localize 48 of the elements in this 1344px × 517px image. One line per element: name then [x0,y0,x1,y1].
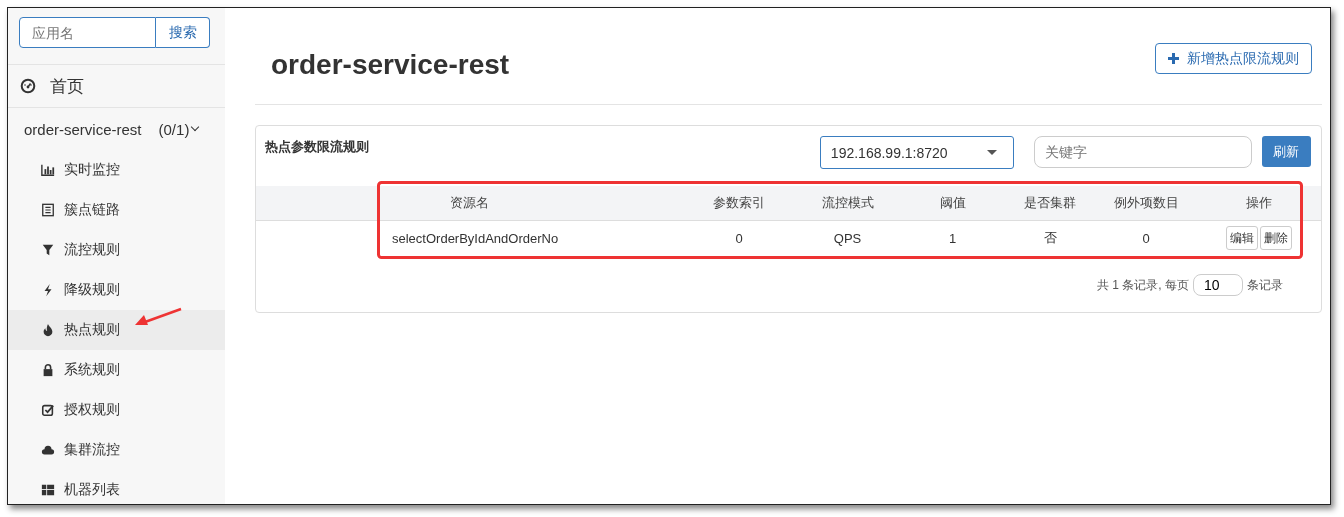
search-button[interactable]: 搜索 [156,17,210,48]
column-header: 流控模式 [794,186,901,220]
machine-select[interactable]: 192.168.99.1:8720 [819,136,1015,169]
nav-item[interactable]: 机器列表 [8,470,225,504]
nav-item[interactable]: 授权规则 [8,390,225,430]
column-header: 资源名 [378,186,684,220]
nav-item[interactable]: 流控规则 [8,230,225,270]
table-cell: selectOrderByIdAndOrderNo [378,220,684,256]
table-cell: QPS [794,220,901,256]
row-action-button[interactable]: 删除 [1259,226,1292,251]
column-header: 参数索引 [684,186,794,220]
nav-label: 热点规则 [64,321,120,339]
search-field[interactable]: 应用名 [19,17,156,48]
nav-label: 实时监控 [64,161,120,179]
nav-label: 系统规则 [64,361,120,379]
nav-label: 簇点链路 [64,201,120,219]
nav-item[interactable]: 集群流控 [8,430,225,470]
app-name[interactable]: order-service-rest [24,120,142,138]
nav-label: 授权规则 [64,401,120,419]
column-header: 是否集群 [1004,186,1096,220]
panel-title: 热点参数限流规则 [265,138,370,156]
nav-label: 集群流控 [64,441,120,459]
page-title: order-service-rest [271,49,510,81]
pagination-text: 共 1 条记录, 每页 [1097,276,1189,294]
instance-count: (0/1) [158,120,190,138]
nav-item[interactable]: 簇点链路 [8,190,225,230]
column-header: 操作 [1196,186,1321,220]
refresh-button[interactable]: 刷新 [1261,136,1311,167]
table-cell: 0 [1096,220,1196,256]
nav-item[interactable]: 实时监控 [8,150,225,190]
column-header: 阈值 [901,186,1004,220]
table-cell: 1 [901,220,1004,256]
pagination-text: 条记录 [1247,276,1283,294]
add-rule-button[interactable]: 新增热点限流规则 [1155,43,1312,74]
keyword-field[interactable]: 关键字 [1034,136,1252,168]
table-cell: 0 [684,220,794,256]
nav-label: 降级规则 [64,281,120,299]
nav-item[interactable]: 降级规则 [8,270,225,310]
nav-item[interactable]: 热点规则 [8,310,225,350]
home-label: 首页 [50,75,84,98]
nav-item[interactable]: 系统规则 [8,350,225,390]
nav-label: 机器列表 [64,481,120,499]
table-cell: 否 [1004,220,1096,256]
page-size-field[interactable]: 10 [1193,274,1243,296]
row-action-button[interactable]: 编辑 [1225,226,1258,251]
nav-label: 流控规则 [64,241,120,259]
column-header: 例外项数目 [1096,186,1196,220]
home-nav-item[interactable]: 首页 [8,64,225,108]
